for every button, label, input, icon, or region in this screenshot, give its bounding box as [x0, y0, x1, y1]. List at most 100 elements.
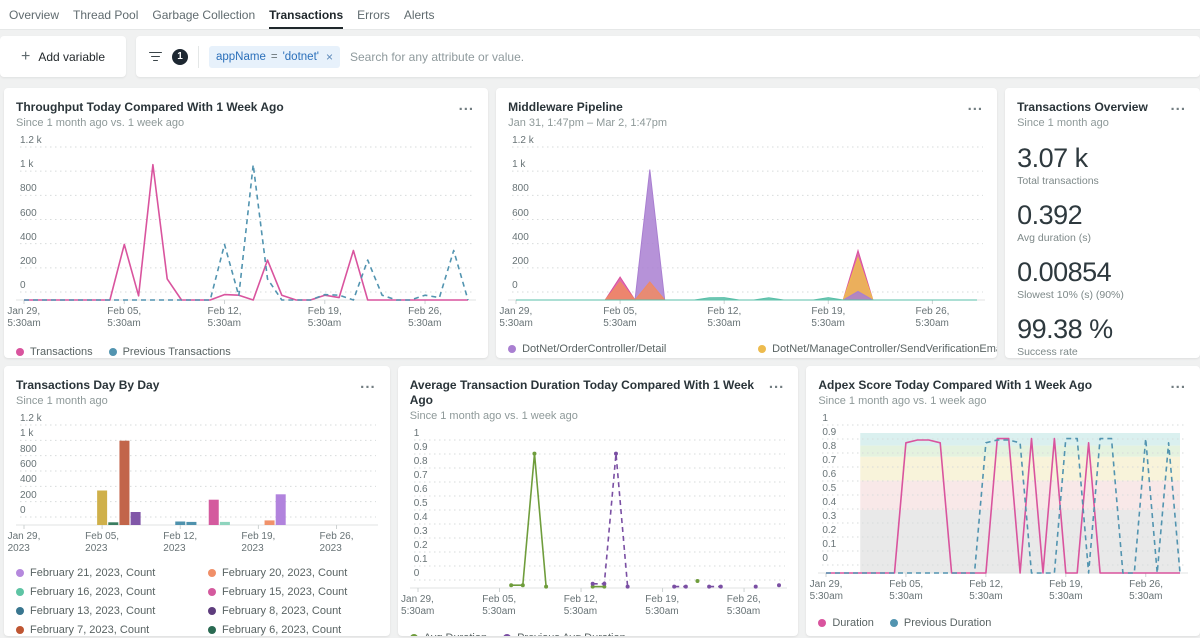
panel-title: Transactions Day By Day: [16, 378, 159, 393]
add-variable-label: Add variable: [38, 50, 105, 64]
legend-item[interactable]: February 16, 2023, Count: [16, 586, 208, 598]
legend-label: DotNet/OrderController/Detail: [522, 343, 666, 355]
y-axis-label: 400: [20, 474, 37, 485]
y-axis-label: 400: [20, 232, 37, 243]
legend-label: February 7, 2023, Count: [30, 624, 149, 636]
panel-menu-icon[interactable]: ...: [1168, 100, 1188, 112]
x-axis-label: Feb 19,5:30am: [308, 306, 342, 330]
legend-label: DotNet/ManageController/SendVerification…: [772, 343, 997, 355]
tab-overview[interactable]: Overview: [9, 0, 59, 29]
panel-title: Throughput Today Compared With 1 Week Ag…: [16, 100, 284, 115]
filter-funnel-icon[interactable]: [148, 52, 162, 62]
avgduration-plot-area[interactable]: [410, 426, 787, 594]
y-axis-label: 1.2 k: [20, 413, 42, 424]
y-axis-label: 0: [20, 280, 26, 291]
throughput-legend: Transactions Previous Transactions: [16, 346, 476, 358]
legend-item[interactable]: Previous Duration: [890, 617, 991, 629]
legend-item[interactable]: DotNet/OrderController/Detail: [508, 343, 758, 355]
legend-label: February 13, 2023, Count: [30, 605, 155, 617]
y-axis-label: 400: [512, 232, 529, 243]
filter-count-badge: 1: [172, 49, 188, 65]
legend-item[interactable]: February 13, 2023, Count: [16, 605, 208, 617]
legend-item[interactable]: Avg Duration: [410, 632, 487, 636]
stat-block: 3.07 kTotal transactions: [1017, 143, 1188, 187]
throughput-chart[interactable]: 1.2 k1 k8006004002000Jan 29,5:30amFeb 05…: [16, 133, 476, 332]
chip-key: appName: [216, 51, 266, 63]
y-axis-label: 0.9: [414, 442, 428, 453]
avg-duration-chart[interactable]: 10.90.80.70.60.50.40.30.20.10Jan 29,5:30…: [410, 426, 787, 620]
y-axis-label: 200: [20, 256, 37, 267]
y-axis-label: 0.3: [822, 511, 836, 522]
panel-title: Transactions Overview: [1017, 100, 1148, 115]
legend-item[interactable]: February 7, 2023, Count: [16, 624, 208, 636]
legend-dot-icon: [16, 588, 24, 596]
legend-item[interactable]: Previous Avg Duration: [503, 632, 626, 636]
tab-alerts[interactable]: Alerts: [404, 0, 435, 29]
x-axis-label: Feb 19,2023: [241, 531, 275, 555]
middleware-chart[interactable]: 1.2 k1 k8006004002000Jan 29,5:30amFeb 05…: [508, 133, 985, 332]
legend-dot-icon: [16, 626, 24, 634]
filter-chip-appname[interactable]: appName = 'dotnet' ×: [209, 46, 340, 68]
legend-item[interactable]: DotNet/ManageController/SendVerification…: [758, 343, 997, 355]
x-axis-label: Jan 29,5:30am: [810, 579, 843, 603]
stat-value: 3.07 k: [1017, 143, 1188, 173]
legend-dot-icon: [208, 607, 216, 615]
daybyday-plot-area[interactable]: [16, 411, 378, 531]
overview-stats: 3.07 kTotal transactions 0.392 Avg duratio…: [1017, 143, 1188, 358]
middleware-plot-area[interactable]: [508, 133, 985, 306]
y-axis-label: 0.1: [414, 554, 428, 565]
legend-item[interactable]: February 15, 2023, Count: [208, 586, 378, 598]
tab-errors[interactable]: Errors: [357, 0, 390, 29]
legend-item[interactable]: Transactions: [16, 346, 93, 358]
panel-menu-icon[interactable]: ...: [966, 100, 986, 112]
y-axis-label: 200: [512, 256, 529, 267]
legend-item[interactable]: February 21, 2023, Count: [16, 567, 208, 579]
legend-item[interactable]: February 8, 2023, Count: [208, 605, 378, 617]
panel-menu-icon[interactable]: ...: [358, 378, 378, 390]
chip-close-icon[interactable]: ×: [326, 50, 333, 64]
legend-label: Transactions: [30, 346, 93, 358]
tab-thread-pool[interactable]: Thread Pool: [73, 0, 138, 29]
y-axis-label: 0: [512, 280, 518, 291]
y-axis-label: 0.5: [822, 483, 836, 494]
divider: [198, 46, 199, 68]
tab-garbage-collection[interactable]: Garbage Collection: [152, 0, 255, 29]
y-axis-label: 200: [20, 490, 37, 501]
legend-item[interactable]: Previous Transactions: [109, 346, 231, 358]
search-input[interactable]: [350, 50, 1188, 64]
y-axis-label: 800: [512, 183, 529, 194]
x-axis-label: Jan 29,5:30am: [499, 306, 532, 330]
y-axis-label: 0.7: [414, 470, 428, 481]
y-axis-label: 0.8: [822, 441, 836, 452]
x-axis-label: Feb 19,5:30am: [1049, 579, 1083, 603]
tab-transactions[interactable]: Transactions: [269, 0, 343, 29]
panel-menu-icon[interactable]: ...: [1168, 378, 1188, 390]
legend-item[interactable]: February 6, 2023, Count: [208, 624, 378, 636]
y-axis-label: 0: [20, 505, 26, 516]
legend-dot-icon: [109, 348, 117, 356]
panel-title: Average Transaction Duration Today Compa…: [410, 378, 767, 408]
y-axis-label: 0.8: [414, 456, 428, 467]
x-axis-label: Feb 12,5:30am: [564, 594, 598, 618]
panel-menu-icon[interactable]: ...: [767, 378, 787, 390]
x-axis-label: Feb 19,5:30am: [645, 594, 679, 618]
legend-item[interactable]: Duration: [818, 617, 874, 629]
panel-subtitle: Since 1 month ago: [16, 395, 159, 407]
x-axis-label: Feb 12,5:30am: [707, 306, 741, 330]
add-variable-button[interactable]: + Add variable: [0, 36, 126, 77]
adpex-plot-area[interactable]: [818, 411, 1188, 579]
chip-value: 'dotnet': [283, 51, 319, 63]
stat-value: 0.392: [1017, 200, 1188, 230]
adpex-chart[interactable]: 10.90.80.70.60.50.40.30.20.10Jan 29,5:30…: [818, 411, 1188, 605]
y-axis-label: 1 k: [20, 428, 33, 439]
y-axis-label: 600: [512, 208, 529, 219]
stat-value: 99.38 %: [1017, 314, 1188, 344]
panel-menu-icon[interactable]: ...: [457, 100, 477, 112]
y-axis-label: 0.6: [822, 469, 836, 480]
stat-label: Avg duration (s): [1017, 232, 1188, 244]
throughput-plot-area[interactable]: [16, 133, 476, 306]
day-by-day-chart[interactable]: 1.2 k1 k8006004002000Jan 29,2023Feb 05,2…: [16, 411, 378, 557]
legend-item[interactable]: February 20, 2023, Count: [208, 567, 378, 579]
legend-label: February 6, 2023, Count: [222, 624, 341, 636]
legend-label: Avg Duration: [424, 632, 487, 636]
